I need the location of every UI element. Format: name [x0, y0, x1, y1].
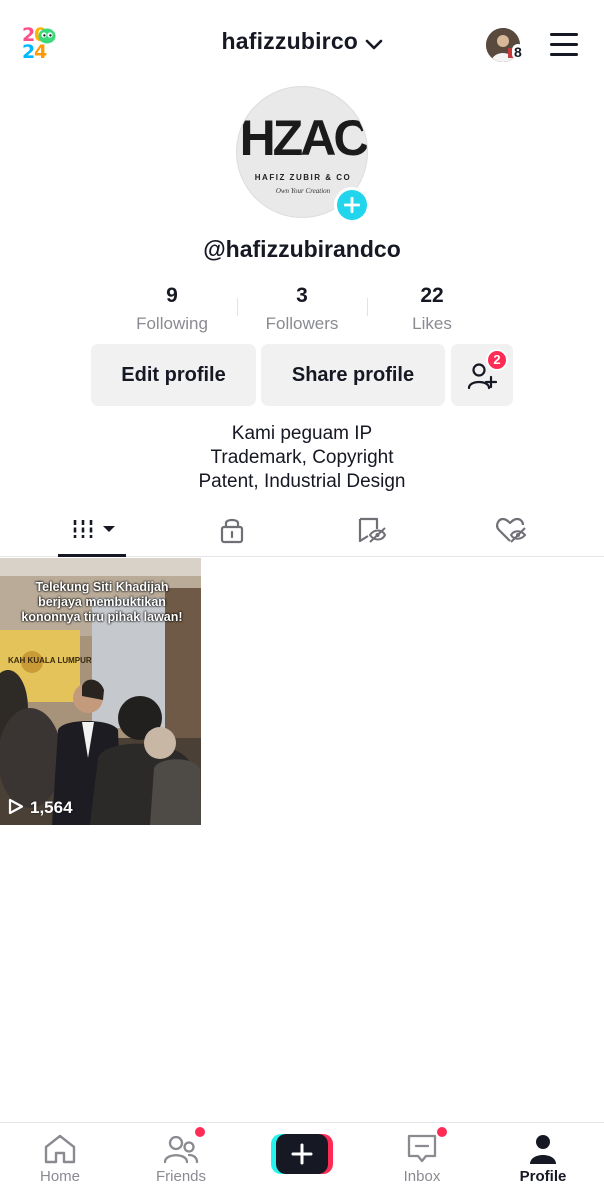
username: hafizzubirco	[221, 28, 359, 54]
stat-label: Following	[136, 314, 208, 333]
video-caption: Telekung Siti Khadijah berjaya membuktik…	[6, 580, 198, 625]
content-tabs	[0, 504, 604, 557]
tab-favorites[interactable]	[296, 504, 447, 556]
create-button[interactable]	[271, 1134, 333, 1174]
stat-likes[interactable]: 22 Likes	[367, 284, 497, 334]
video-caption-line: berjaya membuktikan	[38, 595, 166, 609]
inbox-notification-dot	[437, 1127, 447, 1137]
stat-followers[interactable]: 3 Followers	[237, 284, 367, 334]
avatar-logo-subtext: HAFIZ ZUBIR & CO	[254, 173, 352, 182]
add-photo-button[interactable]	[334, 187, 370, 223]
stat-following[interactable]: 9 Following	[107, 284, 237, 334]
bio-line: Kami peguam IP	[231, 423, 373, 444]
friends-notification-dot	[195, 1127, 205, 1137]
inbox-icon	[407, 1134, 437, 1163]
create-plus-icon	[291, 1143, 313, 1165]
profile-bio: Kami peguam IP Trademark, Copyright Pate…	[0, 422, 604, 494]
bio-line: Trademark, Copyright	[210, 447, 394, 468]
nav-label: Inbox	[403, 1168, 441, 1185]
nav-profile[interactable]: Profile	[483, 1123, 603, 1200]
top-bar: 2 0 2 4 hafizzubirco 8	[0, 0, 604, 88]
bio-line: Patent, Industrial Design	[198, 471, 406, 492]
friends-icon	[163, 1135, 199, 1164]
play-icon	[8, 798, 24, 815]
nav-label: Friends	[155, 1168, 207, 1185]
profile-stats: 9 Following 3 Followers 22 Likes	[107, 284, 497, 336]
profile-icon	[530, 1135, 556, 1164]
profile-handle: @hafizzubirandco	[203, 236, 401, 262]
edit-profile-button[interactable]: Edit profile	[91, 344, 256, 406]
video-thumbnail[interactable]: KAH KUALA LUMPUR Telekung Siti Khadijah …	[0, 558, 201, 825]
video-view-count: 1,564	[8, 798, 73, 818]
video-caption-line: Telekung Siti Khadijah	[35, 580, 169, 594]
stat-value: 22	[420, 284, 444, 307]
private-lock-icon	[220, 518, 244, 544]
home-icon	[44, 1134, 76, 1164]
liked-hidden-icon	[496, 517, 527, 543]
tab-liked[interactable]	[437, 504, 588, 556]
hamburger-menu-icon[interactable]	[550, 33, 578, 57]
videos-grid-icon	[73, 520, 115, 538]
thumbnail-sign-text: KAH KUALA LUMPUR	[8, 656, 92, 665]
nav-label: Home	[39, 1168, 80, 1185]
view-count-value: 1,564	[30, 798, 73, 817]
share-profile-button[interactable]: Share profile	[261, 344, 445, 406]
nav-friends[interactable]: Friends	[121, 1123, 241, 1200]
favorites-icon	[358, 517, 386, 543]
nav-home[interactable]: Home	[0, 1123, 120, 1200]
tab-videos[interactable]	[17, 504, 168, 556]
stat-value: 9	[166, 284, 178, 307]
bottom-navigation: Home Friends Inbox Profile	[0, 1122, 604, 1200]
nav-label: Profile	[519, 1168, 567, 1185]
nav-inbox[interactable]: Inbox	[362, 1123, 482, 1200]
friends-count: 8	[512, 44, 524, 60]
video-caption-line: kononnya tiru pihak lawan!	[21, 610, 183, 624]
plus-icon	[344, 197, 360, 213]
add-friends-badge: 2	[486, 349, 508, 371]
stat-label: Followers	[265, 314, 339, 333]
stat-label: Likes	[412, 314, 452, 333]
avatar-logo-text: HZAC	[239, 110, 367, 166]
tab-private[interactable]	[157, 504, 308, 556]
stat-value: 3	[296, 284, 308, 307]
chevron-down-icon	[365, 39, 382, 50]
active-tab-indicator	[58, 554, 126, 557]
